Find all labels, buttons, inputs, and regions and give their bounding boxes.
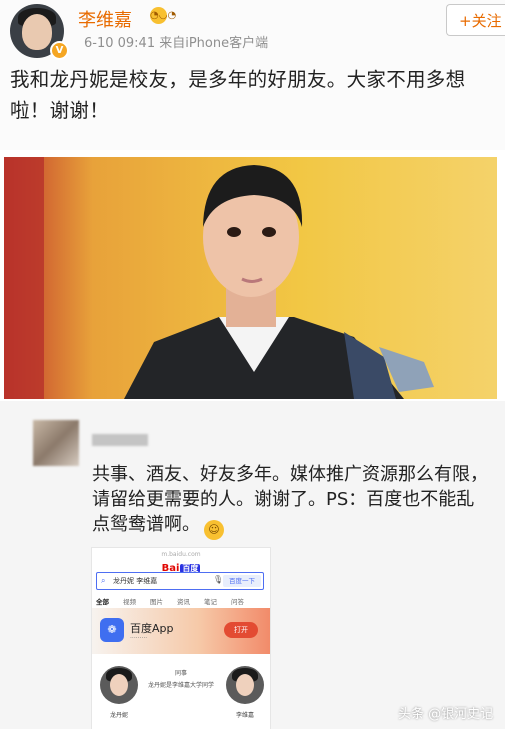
baidu-url-bar: m.baidu.com (161, 551, 201, 558)
post-username[interactable]: 李维嘉 (78, 6, 132, 32)
comment-body: 共事、酒友、好友多年。媒体推广资源那么有限，请留给更需要的人。谢谢了。PS：百度… (92, 464, 488, 535)
man-portrait-image (4, 157, 497, 399)
paw-icon: ❁ (100, 618, 124, 642)
baidu-search-button[interactable]: 百度一下 (223, 575, 261, 587)
baidu-app-subtitle: ········· (130, 635, 148, 642)
weibo-post: V 李维嘉 ◔◡◔ 6-10 09:41 来自iPhone客户端 +关注 我和龙… (0, 0, 505, 150)
tab-images[interactable]: 图片 (150, 598, 163, 606)
avatar-face (22, 14, 52, 50)
tab-notes[interactable]: 笔记 (204, 598, 217, 606)
commenter-name-redacted (92, 434, 148, 446)
person-right-avatar[interactable] (226, 666, 264, 704)
relation-card: 龙丹妮 同事龙丹妮是李维嘉大学同学 李维嘉 (92, 658, 270, 728)
person-right-face (236, 674, 254, 696)
person-right-name: 李维嘉 (235, 712, 254, 719)
baidu-app-title: 百度App (130, 622, 174, 635)
follow-button[interactable]: +关注 (446, 4, 505, 36)
tab-video[interactable]: 视频 (123, 598, 136, 606)
relation-info: 同事龙丹妮是李维嘉大学同学 (146, 668, 216, 692)
baidu-search-screenshot: m.baidu.com Bai 百度 ⌕ 龙丹妮 李维嘉 🎙 百度一下 全部 视频图… (92, 548, 270, 729)
microphone-icon[interactable]: 🎙 (213, 575, 223, 584)
baidu-search-query[interactable]: 龙丹妮 李维嘉 (113, 576, 157, 586)
comment-text: 共事、酒友、好友多年。媒体推广资源那么有限，请留给更需要的人。谢谢了。PS：百度… (92, 462, 492, 540)
person-left-avatar[interactable] (100, 666, 138, 704)
baidu-app-open-button[interactable]: 打开 (224, 622, 258, 638)
toutiao-watermark: 头条 @银河史记 (398, 707, 494, 722)
person-left-name: 龙丹妮 (109, 712, 128, 719)
tab-news[interactable]: 资讯 (177, 598, 190, 606)
tab-qa[interactable]: 问答 (231, 598, 244, 606)
post-photo[interactable] (4, 157, 497, 399)
baidu-search-box[interactable]: ⌕ 龙丹妮 李维嘉 🎙 百度一下 (96, 572, 264, 590)
verified-badge-icon: V (50, 41, 69, 60)
member-badge-icon: ◔◡◔ (150, 7, 176, 24)
baidu-tabs: 全部 视频 图片 资讯 笔记 问答 (96, 596, 266, 606)
tab-all[interactable]: 全部 (96, 598, 109, 606)
post-meta: 6-10 09:41 来自iPhone客户端 (84, 36, 269, 51)
laugh-emoji-icon: ☺ (204, 520, 224, 540)
search-icon: ⌕ (101, 576, 106, 585)
baidu-app-banner[interactable]: ❁ 百度App ········· 打开 (92, 608, 270, 654)
relation-text: 龙丹妮是李维嘉大学同学 (147, 682, 214, 689)
commenter-avatar[interactable] (33, 420, 79, 466)
person-left-face (110, 674, 128, 696)
relation-label: 同事 (174, 670, 187, 677)
post-text: 我和龙丹妮是校友，是多年的好朋友。大家不用多想啦！谢谢！ (10, 68, 466, 122)
